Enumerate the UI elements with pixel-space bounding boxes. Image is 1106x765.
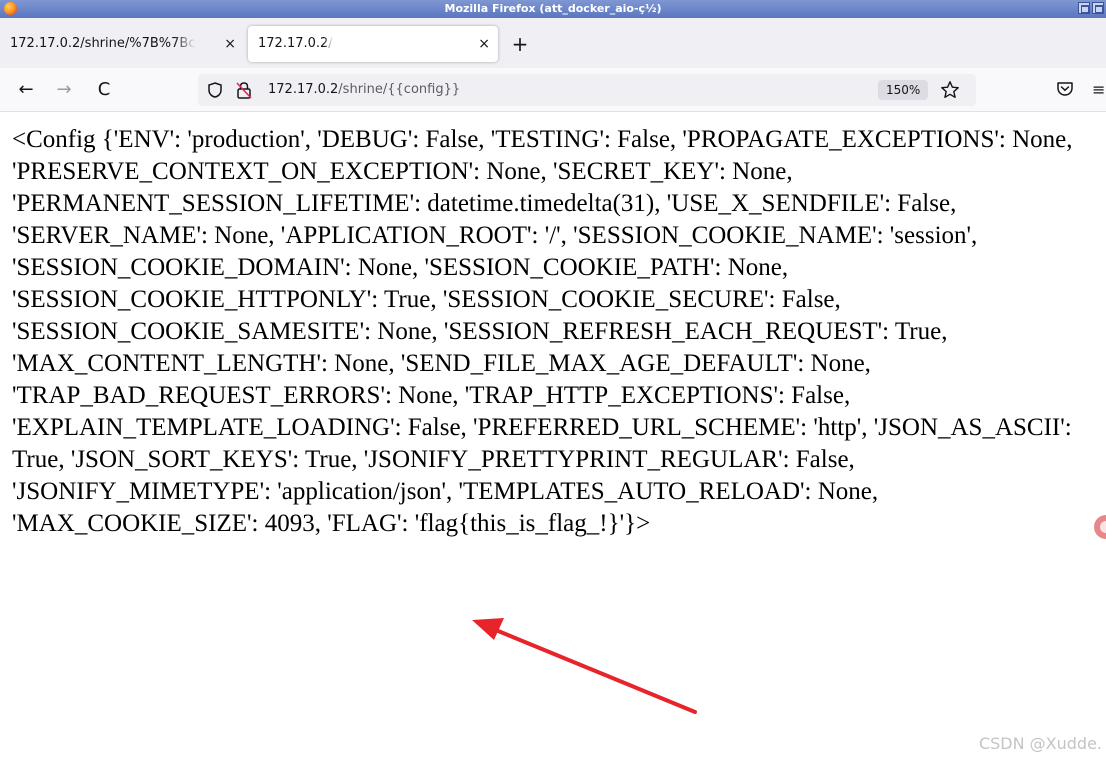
maximize-button[interactable] — [1092, 2, 1104, 14]
url-bar[interactable]: 172.17.0.2/shrine/{{config}} 150% — [198, 74, 976, 106]
shield-icon[interactable] — [208, 82, 222, 98]
url-path: /shrine/{{config}} — [338, 82, 461, 97]
window-title: Mozilla Firefox (att_docker_aio-ç½) — [444, 2, 662, 15]
config-dump-text: <Config {'ENV': 'production', 'DEBUG': F… — [12, 126, 1073, 537]
tab-label: 172.17.0.2/shrine/%7B%7Bc — [10, 36, 196, 51]
page-content: <Config {'ENV': 'production', 'DEBUG': F… — [12, 124, 1106, 540]
url-text[interactable]: 172.17.0.2/shrine/{{config}} — [268, 74, 460, 106]
minimize-button[interactable] — [1078, 2, 1090, 14]
url-host: 172.17.0.2 — [268, 82, 339, 97]
reload-button[interactable]: C — [90, 76, 118, 104]
bookmark-star-icon[interactable] — [940, 80, 960, 100]
hamburger-menu-icon[interactable]: ≡ — [1092, 80, 1106, 100]
navigation-toolbar: ← → C 172.17.0.2/shrine/{{config}} 150% … — [0, 68, 1106, 112]
tab-close-icon[interactable]: × — [224, 26, 236, 62]
pocket-icon[interactable] — [1056, 80, 1074, 98]
insecure-lock-icon[interactable] — [236, 81, 252, 99]
tab-label: 172.17.0.2/ — [258, 36, 333, 51]
back-button[interactable]: ← — [12, 76, 40, 104]
new-tab-button[interactable]: + — [508, 30, 532, 58]
window-title-bar: Mozilla Firefox (att_docker_aio-ç½) — [0, 0, 1106, 18]
watermark: CSDN @Xudde. — [978, 734, 1102, 753]
zoom-level-button[interactable]: 150% — [878, 80, 929, 100]
tab-shrine-config[interactable]: 172.17.0.2/shrine/%7B%7Bc × — [0, 26, 244, 62]
red-arrow-annotation — [472, 618, 697, 714]
tab-root[interactable]: 172.17.0.2/ × — [248, 26, 498, 62]
arrow-shaft — [484, 624, 697, 714]
tab-close-icon[interactable]: × — [478, 26, 490, 62]
forward-button[interactable]: → — [50, 76, 78, 104]
arrow-head — [472, 618, 504, 640]
tab-strip: 172.17.0.2/shrine/%7B%7Bc × 172.17.0.2/ … — [0, 18, 1106, 68]
